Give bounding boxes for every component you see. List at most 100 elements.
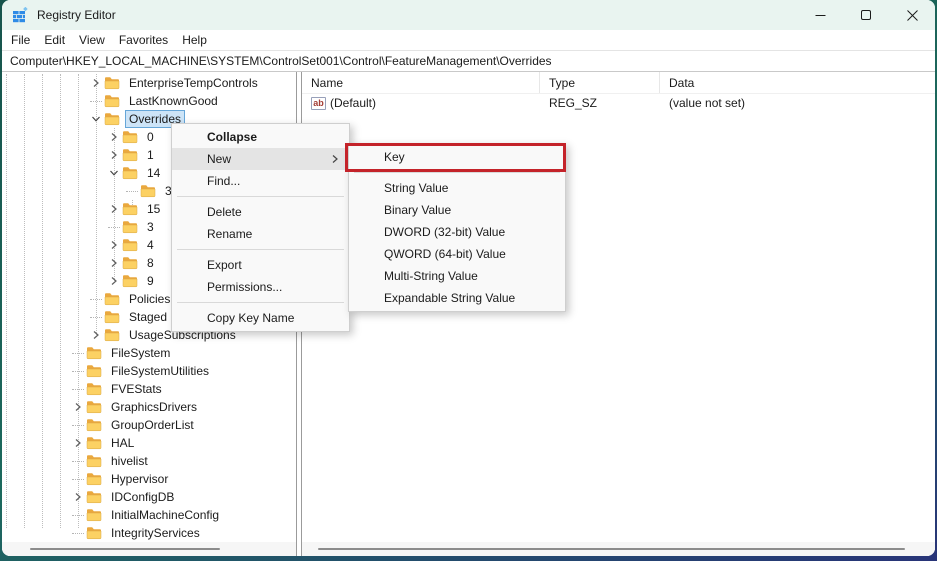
submenu-item-qword-64-bit-value[interactable]: QWORD (64-bit) Value xyxy=(349,243,565,265)
folder-icon xyxy=(86,400,102,414)
tree-item-label: FileSystem xyxy=(107,344,174,362)
context-menu-item-label: Rename xyxy=(207,227,252,241)
chevron-right-icon[interactable] xyxy=(108,200,120,218)
context-menu-separator xyxy=(177,196,344,197)
context-menu-item-new[interactable]: New xyxy=(172,148,349,170)
context-menu-item-rename[interactable]: Rename xyxy=(172,223,349,245)
tree-item-grouporderlist[interactable]: GroupOrderList xyxy=(2,416,296,434)
menubar-item-file[interactable]: File xyxy=(4,30,37,50)
address-bar[interactable]: Computer\HKEY_LOCAL_MACHINE\SYSTEM\Contr… xyxy=(2,51,935,72)
folder-icon xyxy=(122,130,138,144)
submenu-item-binary-value[interactable]: Binary Value xyxy=(349,199,565,221)
tree-scrollbar-thumb[interactable] xyxy=(30,548,220,550)
submenu-item-key[interactable]: Key xyxy=(349,146,565,168)
context-menu-item-collapse[interactable]: Collapse xyxy=(172,126,349,148)
chevron-right-icon[interactable] xyxy=(108,254,120,272)
window-controls xyxy=(797,0,935,30)
folder-icon xyxy=(86,418,102,432)
chevron-right-icon[interactable] xyxy=(72,434,84,452)
list-column-headers: NameTypeData xyxy=(302,72,935,94)
minimize-button[interactable] xyxy=(797,0,843,30)
tree-item-graphicsdrivers[interactable]: GraphicsDrivers xyxy=(2,398,296,416)
tree-item-enterprisetempcontrols[interactable]: EnterpriseTempControls xyxy=(2,74,296,92)
chevron-right-icon[interactable] xyxy=(72,398,84,416)
list-scrollbar-thumb[interactable] xyxy=(318,548,905,550)
context-menu: CollapseNewFind... Delete Rename ExportPerm… xyxy=(171,123,350,332)
folder-icon xyxy=(86,346,102,360)
tree-item-hivelist[interactable]: hivelist xyxy=(2,452,296,470)
context-menu-item-delete[interactable]: Delete xyxy=(172,201,349,223)
tree-item-label: Policies xyxy=(125,290,174,308)
chevron-right-icon[interactable] xyxy=(108,128,120,146)
column-header-data[interactable]: Data xyxy=(660,72,935,93)
tree-item-label: InitialMachineConfig xyxy=(107,506,223,524)
close-button[interactable] xyxy=(889,0,935,30)
value-name-text: (Default) xyxy=(330,96,376,110)
chevron-right-icon[interactable] xyxy=(108,272,120,290)
tree-item-fvestats[interactable]: FVEStats xyxy=(2,380,296,398)
tree-connector xyxy=(108,227,120,228)
tree-horizontal-scrollbar[interactable] xyxy=(2,542,296,556)
submenu-item-label: Key xyxy=(384,150,405,164)
tree-item-label: 15 xyxy=(143,200,164,218)
tree-item-label: 8 xyxy=(143,254,158,272)
tree-item-label: FileSystemUtilities xyxy=(107,362,213,380)
folder-icon xyxy=(122,238,138,252)
tree-item-filesystem[interactable]: FileSystem xyxy=(2,344,296,362)
list-horizontal-scrollbar[interactable] xyxy=(302,542,935,556)
tree-item-label: hivelist xyxy=(107,452,152,470)
tree-item-label: GroupOrderList xyxy=(107,416,198,434)
context-menu-item-label: Copy Key Name xyxy=(207,311,294,325)
context-menu-item-permissions[interactable]: Permissions... xyxy=(172,276,349,298)
tree-item-initialmachineconfig[interactable]: InitialMachineConfig xyxy=(2,506,296,524)
maximize-button[interactable] xyxy=(843,0,889,30)
tree-item-hal[interactable]: HAL xyxy=(2,434,296,452)
column-header-name[interactable]: Name xyxy=(302,72,540,93)
tree-item-integrityservices[interactable]: IntegrityServices xyxy=(2,524,296,542)
submenu-item-expandable-string-value[interactable]: Expandable String Value xyxy=(349,287,565,309)
folder-icon xyxy=(104,310,120,324)
chevron-down-icon[interactable] xyxy=(108,164,120,182)
tree-connector xyxy=(72,533,84,534)
tree-connector xyxy=(72,479,84,480)
tree-item-label: Staged xyxy=(125,308,171,326)
submenu-item-label: Expandable String Value xyxy=(384,291,515,305)
submenu-item-string-value[interactable]: String Value xyxy=(349,177,565,199)
tree-item-label: 14 xyxy=(143,164,164,182)
tree-item-label: EnterpriseTempControls xyxy=(125,74,262,92)
chevron-right-icon[interactable] xyxy=(72,488,84,506)
folder-icon xyxy=(86,526,102,540)
chevron-right-icon[interactable] xyxy=(108,146,120,164)
tree-connector xyxy=(90,317,102,318)
value-data-cell: (value not set) xyxy=(660,96,935,110)
context-menu-item-copy-key-name[interactable]: Copy Key Name xyxy=(172,307,349,329)
chevron-right-icon[interactable] xyxy=(90,326,102,344)
tree-item-hypervisor[interactable]: Hypervisor xyxy=(2,470,296,488)
submenu-item-dword-32-bit-value[interactable]: DWORD (32-bit) Value xyxy=(349,221,565,243)
context-menu-item-export[interactable]: Export xyxy=(172,254,349,276)
tree-item-lastknowngood[interactable]: LastKnownGood xyxy=(2,92,296,110)
string-value-icon: ab xyxy=(311,97,326,110)
menubar-item-edit[interactable]: Edit xyxy=(37,30,72,50)
context-menu-item-find[interactable]: Find... xyxy=(172,170,349,192)
chevron-right-icon[interactable] xyxy=(108,236,120,254)
menubar-item-favorites[interactable]: Favorites xyxy=(112,30,175,50)
menubar-item-view[interactable]: View xyxy=(72,30,112,50)
column-header-type[interactable]: Type xyxy=(540,72,660,93)
title-bar: Registry Editor xyxy=(2,0,935,30)
folder-icon xyxy=(86,508,102,522)
tree-connector xyxy=(72,389,84,390)
tree-item-label: 4 xyxy=(143,236,158,254)
address-text: Computer\HKEY_LOCAL_MACHINE\SYSTEM\Contr… xyxy=(10,54,552,68)
chevron-right-icon[interactable] xyxy=(90,74,102,92)
value-row-default[interactable]: ab(Default)REG_SZ(value not set) xyxy=(302,94,935,112)
tree-item-filesystemutilities[interactable]: FileSystemUtilities xyxy=(2,362,296,380)
chevron-down-icon[interactable] xyxy=(90,110,102,128)
tree-connector xyxy=(72,425,84,426)
tree-item-idconfigdb[interactable]: IDConfigDB xyxy=(2,488,296,506)
submenu-item-multi-string-value[interactable]: Multi-String Value xyxy=(349,265,565,287)
tree-item-label: LastKnownGood xyxy=(125,92,222,110)
folder-icon xyxy=(122,148,138,162)
tree-connector xyxy=(72,353,84,354)
menubar-item-help[interactable]: Help xyxy=(175,30,214,50)
